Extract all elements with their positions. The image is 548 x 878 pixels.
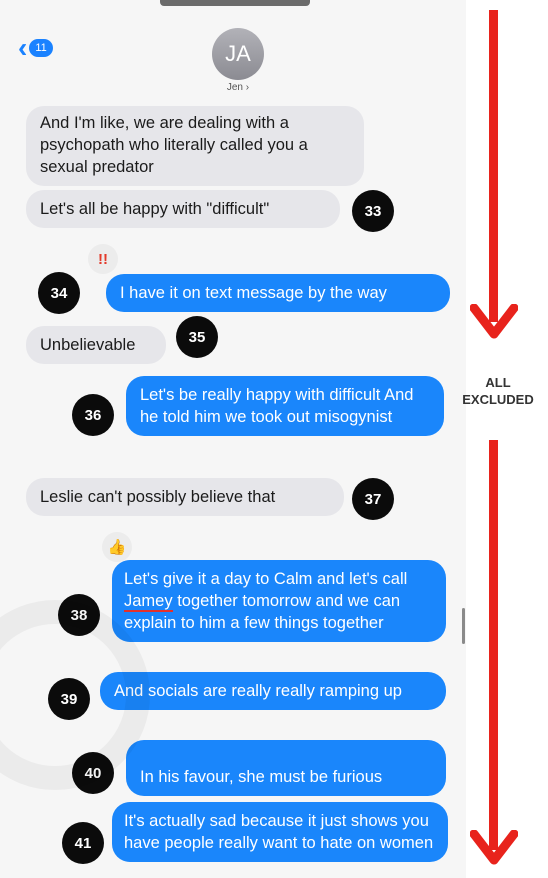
sent-message[interactable]: Let's give it a day to Calm and let's ca… (112, 560, 446, 642)
contact-name[interactable]: Jen › (212, 82, 264, 93)
label-line: EXCLUDED (462, 392, 534, 407)
sent-message[interactable]: Let's be really happy with difficult And… (126, 376, 444, 436)
message-text: Let's all be happy with "difficult" (40, 200, 270, 218)
message-number-badge: 34 (38, 272, 80, 314)
sent-message[interactable]: It's actually sad because it just shows … (112, 802, 448, 862)
back-button[interactable]: ‹ 11 (18, 34, 53, 62)
label-line: ALL (485, 375, 511, 390)
red-arrow-top-shaft (489, 10, 498, 322)
conversation-header: ‹ 11 JA Jen › (0, 0, 466, 104)
message-number-badge: 41 (62, 822, 104, 864)
thumbs-up-reaction-icon[interactable]: 👍 (102, 532, 132, 562)
message-text: Unbelievable (40, 336, 136, 354)
message-number-badge: 33 (352, 190, 394, 232)
message-text: It's actually sad because it just shows … (124, 812, 434, 852)
scrollbar[interactable] (462, 608, 465, 644)
contact-name-label: Jen (226, 82, 243, 93)
message-text: In his favour, she must be furious (140, 768, 383, 786)
received-message[interactable]: And I'm like, we are dealing with a psyc… (26, 106, 364, 186)
chevron-right-icon: › (245, 82, 250, 93)
message-number-badge: 37 (352, 478, 394, 520)
red-arrow-top-head (470, 304, 518, 339)
message-text: And socials are really really ramping up (114, 682, 402, 700)
red-arrow-bottom-shaft (489, 440, 498, 850)
unread-count-badge: 11 (29, 39, 53, 57)
imessage-screen: ‹ 11 JA Jen › And I'm like, we are deali… (0, 0, 466, 878)
message-text: Let's give it a day to Calm and let's ca… (124, 570, 408, 588)
message-text: And I'm like, we are dealing with a psyc… (40, 114, 308, 176)
chevron-left-icon: ‹ (18, 32, 28, 63)
exclamation-reaction-icon[interactable]: !! (88, 244, 118, 274)
received-message[interactable]: Leslie can't possibly believe that (26, 478, 344, 516)
sent-message[interactable]: I have it on text message by the way (106, 274, 450, 312)
received-message[interactable]: Unbelievable (26, 326, 166, 364)
message-number-badge: 36 (72, 394, 114, 436)
all-excluded-label: ALL EXCLUDED (452, 374, 544, 408)
message-text: Let's be really happy with difficult And… (140, 386, 414, 426)
message-text: I have it on text message by the way (120, 284, 387, 302)
avatar[interactable]: JA (212, 28, 264, 80)
message-text: Leslie can't possibly believe that (40, 488, 276, 506)
sent-message[interactable]: In his favour, she must be furious (126, 740, 446, 796)
received-message[interactable]: Let's all be happy with "difficult" (26, 190, 340, 228)
red-arrow-bottom-head (470, 830, 518, 865)
sent-message[interactable]: And socials are really really ramping up (100, 672, 446, 710)
underlined-name: Jamey (124, 592, 173, 612)
status-notch (160, 0, 310, 6)
message-number-badge: 35 (176, 316, 218, 358)
